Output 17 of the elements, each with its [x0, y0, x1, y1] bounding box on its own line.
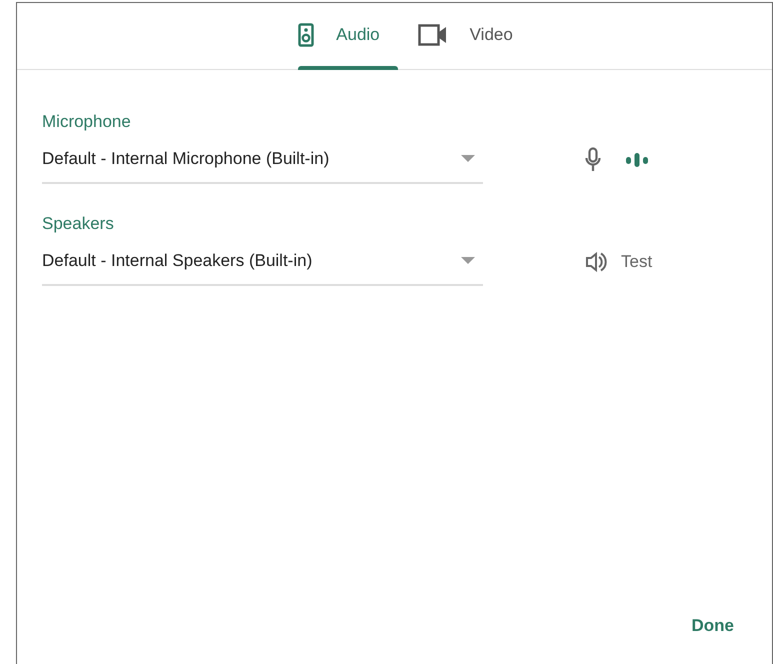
section-label: Microphone: [42, 112, 132, 132]
dropdown-caret-icon: [461, 257, 475, 265]
device-dropdown[interactable]: Default - Internal Microphone (Built-in): [42, 146, 483, 184]
dropdown-value: Default - Internal Speakers (Built-in): [42, 251, 312, 271]
level-indicator-icon: [625, 152, 649, 168]
test-button[interactable]: Test: [621, 252, 652, 272]
video-camera-icon: [418, 24, 448, 46]
microphone-icon[interactable]: [585, 147, 601, 173]
dropdown-caret-icon: [461, 155, 475, 163]
speaker-icon: [298, 23, 314, 47]
dropdown-value: Default - Internal Microphone (Built-in): [42, 149, 330, 169]
device-dropdown[interactable]: Default - Internal Speakers (Built-in): [42, 248, 483, 286]
speaker-volume-icon[interactable]: [585, 251, 607, 273]
tab[interactable]: Video: [418, 3, 531, 69]
tab[interactable]: Audio: [298, 3, 398, 69]
done-button[interactable]: Done: [688, 612, 738, 640]
section-label: Speakers: [42, 214, 115, 234]
